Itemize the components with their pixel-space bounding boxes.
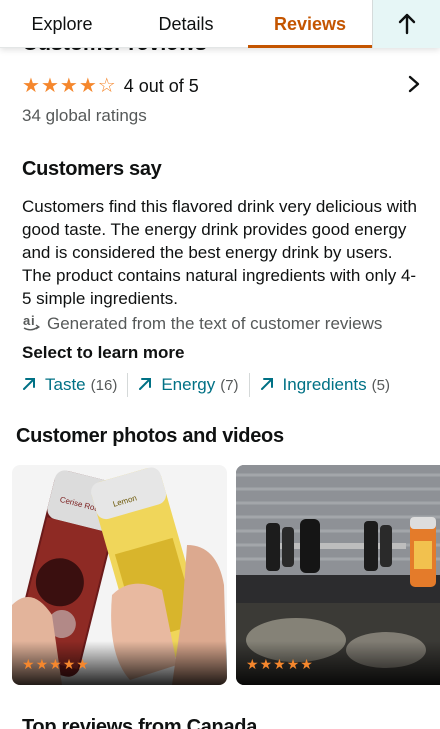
tab-details[interactable]: Details xyxy=(124,0,248,48)
svg-text:i: i xyxy=(31,313,35,328)
star-filled-icon: ★ xyxy=(62,656,76,672)
trend-arrow-icon xyxy=(22,375,36,396)
divider xyxy=(248,373,250,397)
select-to-learn-heading: Select to learn more xyxy=(22,343,185,362)
photo-star-rating: ★ ★ ★ ★ ★ xyxy=(246,657,313,671)
customer-photos-heading: Customer photos and videos xyxy=(16,425,284,447)
chip-label: Ingredients xyxy=(282,375,367,394)
star-filled-icon: ★ xyxy=(59,75,78,97)
customers-say-heading: Customers say xyxy=(22,158,162,180)
chevron-right-icon[interactable] xyxy=(408,73,420,99)
scroll-to-top-button[interactable] xyxy=(372,0,440,48)
ai-note-text: Generated from the text of customer revi… xyxy=(47,314,383,333)
chip-label: Energy xyxy=(161,375,216,394)
customer-photo[interactable]: Cerise Rouge Lemon ★ ★ ★ ★ ★ xyxy=(12,465,227,685)
tab-bar: Explore Details Reviews xyxy=(0,0,440,48)
rating-text: 4 out of 5 xyxy=(123,75,199,96)
chip-count: (5) xyxy=(371,376,391,394)
rating-summary[interactable]: ★ ★ ★ ★ ☆ 4 out of 5 xyxy=(22,72,420,100)
top-reviews-heading: Top reviews from Canada xyxy=(22,716,258,729)
chip-count: (7) xyxy=(220,376,239,394)
star-filled-icon: ★ xyxy=(76,656,89,672)
chip-count: (16) xyxy=(90,376,118,394)
star-filled-icon: ★ xyxy=(40,75,59,97)
photo-star-rating: ★ ★ ★ ★ ★ xyxy=(22,657,89,671)
divider xyxy=(127,373,129,397)
arrow-up-icon xyxy=(398,13,415,35)
chip-energy[interactable]: Energy (7) xyxy=(138,375,239,396)
chip-taste[interactable]: Taste (16) xyxy=(22,375,117,396)
star-empty-icon: ☆ xyxy=(97,75,116,97)
star-filled-icon: ★ xyxy=(22,75,40,97)
aspect-chips: Taste (16) Energy (7) Ingredients (5) xyxy=(22,372,390,398)
star-filled-icon: ★ xyxy=(273,656,286,672)
customers-say-summary: Customers find this flavored drink very … xyxy=(22,197,417,308)
chip-ingredients[interactable]: Ingredients (5) xyxy=(260,375,390,396)
tab-explore[interactable]: Explore xyxy=(0,0,124,48)
svg-text:a: a xyxy=(23,313,31,328)
customer-photo[interactable]: ★ ★ ★ ★ ★ xyxy=(236,465,440,685)
ai-icon: a i xyxy=(22,312,44,336)
global-ratings-count: 34 global ratings xyxy=(22,106,147,125)
star-filled-icon: ★ xyxy=(246,656,259,672)
star-filled-icon: ★ xyxy=(35,656,49,672)
star-filled-icon: ★ xyxy=(300,656,313,672)
star-filled-icon: ★ xyxy=(22,656,35,672)
trend-arrow-icon xyxy=(260,375,274,396)
star-filled-icon: ★ xyxy=(78,75,97,97)
trend-arrow-icon xyxy=(138,375,152,396)
chip-label: Taste xyxy=(45,375,86,394)
star-filled-icon: ★ xyxy=(49,656,62,672)
tab-reviews[interactable]: Reviews xyxy=(248,0,372,48)
star-filled-icon: ★ xyxy=(259,656,273,672)
star-rating: ★ ★ ★ ★ ☆ xyxy=(22,76,116,96)
ai-generated-note: a i Generated from the text of customer … xyxy=(22,312,382,336)
star-filled-icon: ★ xyxy=(286,656,300,672)
